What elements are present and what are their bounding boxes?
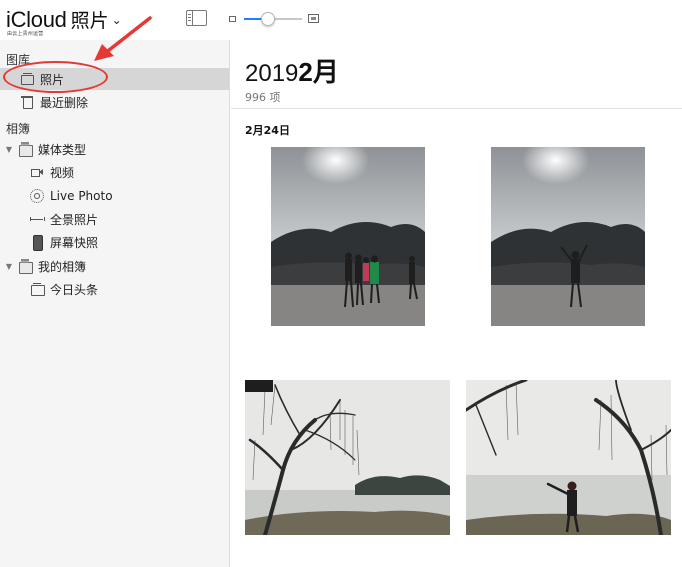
zoom-slider-thumb[interactable] (261, 12, 276, 26)
main-content: 20192月 996 项 2月24日 (231, 40, 682, 567)
live-photo-icon (30, 189, 44, 203)
panorama-icon (30, 212, 45, 226)
month-title-month: 2月 (298, 57, 339, 87)
sidebar-item-live-photo[interactable]: Live Photo (0, 185, 229, 207)
chevron-down-icon[interactable]: ⌄ (112, 13, 122, 27)
disclosure-triangle-icon[interactable]: ▼ (4, 262, 14, 271)
screenshot-icon (30, 235, 44, 251)
sidebar-item-my-albums[interactable]: ▼ 我的相簿 (0, 255, 229, 277)
photo-thumbnail[interactable] (271, 147, 425, 326)
sidebar-item-label: 屏幕快照 (50, 235, 99, 250)
app-name: 照片 (70, 10, 109, 32)
sidebar-item-label: 今日头条 (50, 282, 99, 297)
sidebar-item-photos[interactable]: 照片 (0, 68, 229, 90)
sidebar-item-toutiao[interactable]: 今日头条 (0, 278, 229, 300)
zoom-slider[interactable] (244, 12, 302, 26)
photos-icon (20, 72, 34, 86)
disclosure-triangle-icon[interactable]: ▼ (4, 145, 14, 154)
sidebar-item-label: 媒体类型 (38, 142, 87, 157)
sidebar-item-media-types[interactable]: ▼ 媒体类型 (0, 138, 229, 160)
library-heading: 图库 (6, 53, 31, 67)
operator-subtitle: 由云上贵州运营 (7, 31, 44, 37)
sidebar-item-label: 最近删除 (40, 95, 89, 110)
sidebar-item-label: Live Photo (50, 189, 113, 203)
photo-thumbnail[interactable] (245, 380, 450, 535)
sidebar-item-label: 照片 (40, 72, 65, 87)
albums-heading: 相簿 (6, 122, 31, 136)
stack-icon (18, 259, 33, 274)
sidebar-item-label: 我的相簿 (38, 259, 87, 274)
sidebar-item-videos[interactable]: 视频 (0, 161, 229, 183)
album-icon (30, 282, 45, 296)
top-bar: iCloud 照片 ⌄ 由云上贵州运营 (0, 0, 682, 40)
sidebar: 图库 照片 最近删除 相簿 ▼ 媒体类型 视频 Live Photo 全景照片 … (0, 40, 230, 567)
date-section-label: 2月24日 (245, 124, 290, 137)
photo-thumbnail[interactable] (491, 147, 645, 326)
sidebar-toggle-icon[interactable] (186, 10, 207, 26)
sidebar-item-recently-deleted[interactable]: 最近删除 (0, 91, 229, 113)
divider (231, 108, 682, 109)
video-icon (30, 165, 44, 179)
app-switcher[interactable]: iCloud 照片 ⌄ (6, 6, 122, 33)
sidebar-item-panoramas[interactable]: 全景照片 (0, 208, 229, 230)
zoom-in-icon[interactable] (308, 14, 319, 23)
photo-thumbnail[interactable] (466, 380, 671, 535)
trash-icon (20, 95, 34, 109)
zoom-out-icon[interactable] (229, 16, 236, 22)
month-title-year: 2019 (245, 60, 299, 87)
sidebar-item-label: 视频 (50, 165, 75, 180)
sidebar-item-screenshots[interactable]: 屏幕快照 (0, 231, 229, 253)
sidebar-item-label: 全景照片 (50, 212, 99, 227)
stack-icon (18, 142, 33, 157)
item-count: 996 项 (245, 91, 281, 104)
month-title: 20192月 (245, 52, 339, 89)
